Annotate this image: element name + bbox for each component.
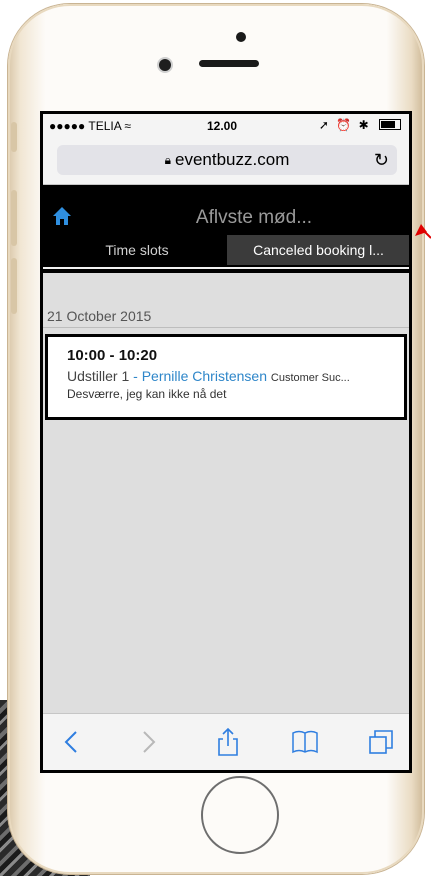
status-time: 12.00 (207, 119, 238, 133)
share-icon[interactable] (213, 727, 243, 757)
browser-address-area: 🔒︎ eventbuzz.com ↻ (43, 138, 409, 185)
booking-time: 10:00 - 10:20 (67, 347, 158, 364)
carrier-signal: ●●●●● TELIA ≈ (49, 119, 131, 133)
booking-contact-role: Customer Suc... (270, 372, 350, 384)
app-header: Aflvste mød... Time slots Canceled booki… (43, 185, 409, 273)
proximity-sensor (236, 32, 246, 42)
tabs-icon[interactable] (366, 727, 396, 757)
booking-card[interactable]: 10:00 - 10:20 Udstiller 1 - Pernille Chr… (45, 334, 407, 420)
booking-cancel-note: Desværre, jeg kan ikke nå det (67, 387, 227, 401)
mute-switch (11, 122, 17, 152)
status-bar: ●●●●● TELIA ≈ 12.00 ➚ ⏰ ✱ (43, 114, 409, 138)
volume-up-button (11, 190, 17, 246)
tab-underline (43, 267, 409, 269)
booking-participants: Udstiller 1 - Pernille Christensen Custo… (67, 368, 404, 384)
tab-canceled-bookings[interactable]: Canceled booking l... (227, 235, 409, 265)
phone-screen: ●●●●● TELIA ≈ 12.00 ➚ ⏰ ✱ 🔒︎ eventbuzz.co… (40, 111, 412, 773)
alarm-icon: ⏰ (336, 118, 354, 132)
booking-separator: - (129, 368, 142, 384)
home-button[interactable] (201, 776, 279, 854)
bookmarks-icon[interactable] (290, 727, 320, 757)
back-icon[interactable] (57, 727, 87, 757)
wifi-icon: ≈ (124, 119, 131, 133)
location-icon: ➚ (318, 118, 331, 132)
browser-toolbar (43, 713, 409, 770)
date-section-header: 21 October 2015 (43, 298, 409, 328)
annotation-arrow-icon (415, 224, 431, 239)
forward-icon[interactable] (133, 727, 163, 757)
volume-down-button (11, 258, 17, 314)
address-bar[interactable]: 🔒︎ eventbuzz.com ↻ (57, 145, 397, 175)
booking-exhibitor: Udstiller 1 (67, 368, 130, 384)
lock-icon: 🔒︎ (164, 153, 172, 167)
status-icons: ➚ ⏰ ✱ (319, 118, 401, 132)
page-title: Aflvste mød... (195, 207, 313, 228)
reload-icon[interactable]: ↻ (374, 145, 389, 175)
battery-icon (379, 119, 401, 130)
front-camera (159, 59, 171, 71)
booking-contact-link[interactable]: Pernille Christensen (142, 368, 267, 384)
earpiece-speaker (199, 60, 259, 67)
tab-time-slots[interactable]: Time slots (61, 235, 213, 265)
bluetooth-icon: ✱ (358, 118, 371, 132)
url-text: eventbuzz.com (175, 150, 290, 169)
carrier-label: ●●●●● TELIA (49, 119, 122, 133)
